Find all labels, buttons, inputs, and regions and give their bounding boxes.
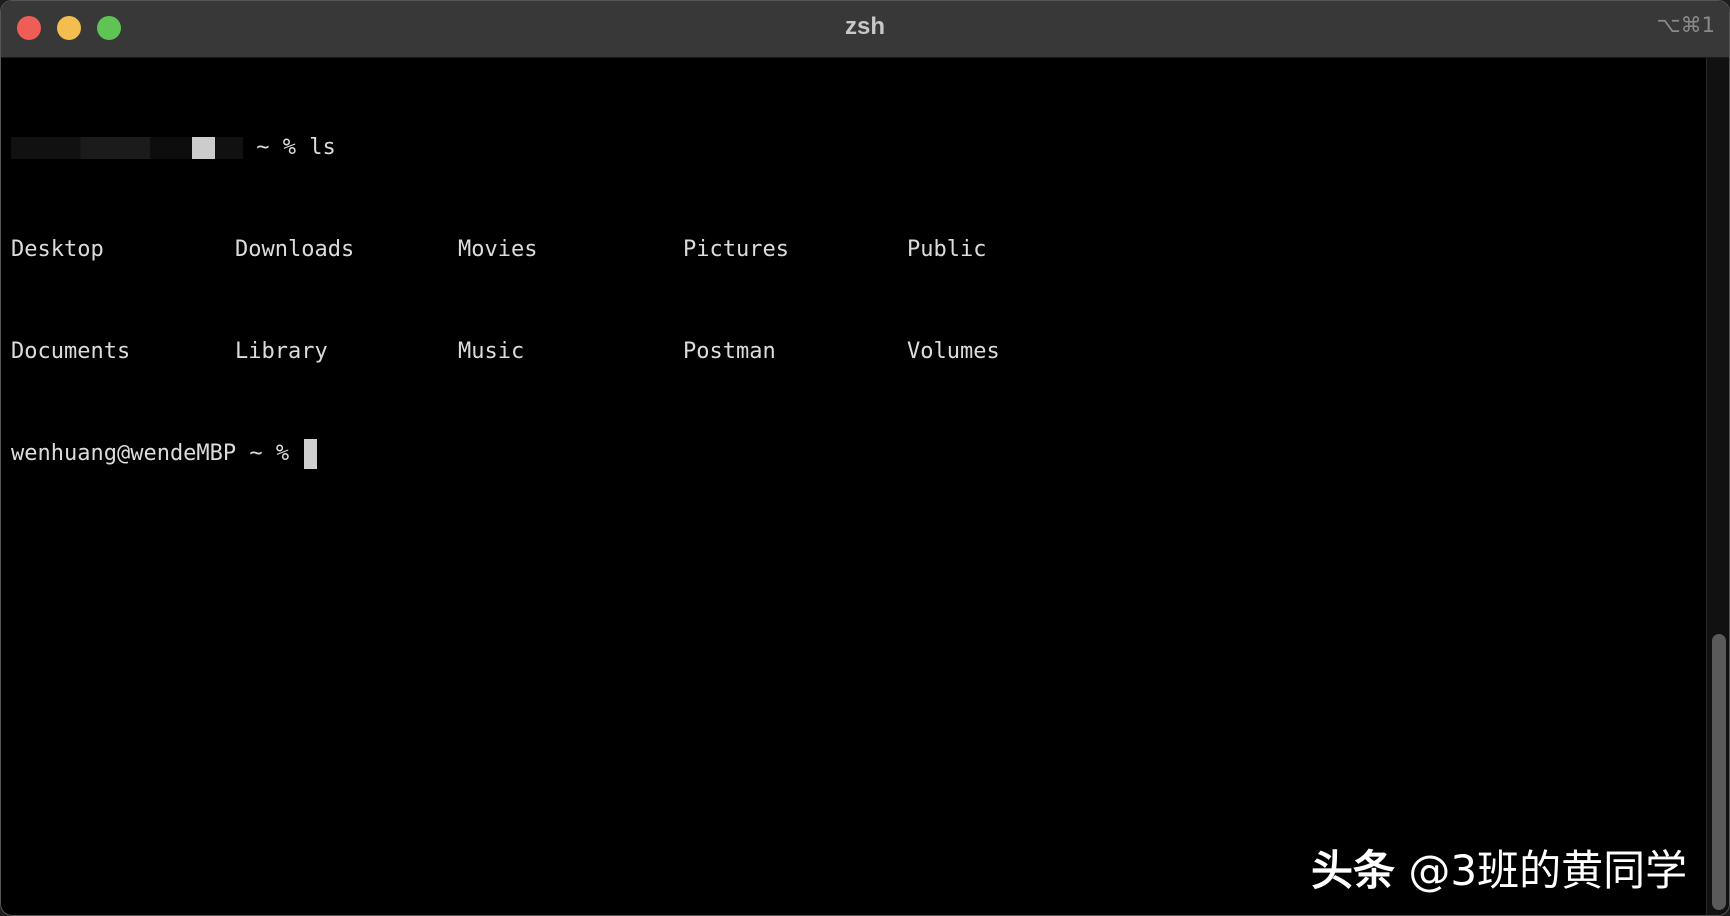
redacted-username xyxy=(11,137,243,159)
command-line: ~ % ls xyxy=(11,131,336,165)
ls-row: Desktop Downloads Movies Pictures Public xyxy=(11,233,986,267)
watermark: 头条 @3班的黄同学 xyxy=(1311,837,1687,898)
command-text: ls xyxy=(309,135,336,160)
ls-entry: Public xyxy=(907,237,987,262)
ls-entry: Documents xyxy=(11,339,131,364)
scrollbar-thumb[interactable] xyxy=(1712,634,1726,910)
current-prompt-line[interactable]: wenhuang@wendeMBP ~ % xyxy=(11,437,336,471)
window-title: zsh xyxy=(844,13,885,40)
ls-entry: Library xyxy=(235,339,328,364)
ls-entry: Pictures xyxy=(683,237,789,262)
watermark-handle: @3班的黄同学 xyxy=(1408,846,1688,895)
current-prompt: wenhuang@wendeMBP ~ % xyxy=(11,441,303,466)
prompt-suffix: ~ % xyxy=(243,135,310,160)
ls-entry: Movies xyxy=(458,237,538,262)
ls-entry: Postman xyxy=(683,339,776,364)
ls-entry: Volumes xyxy=(907,339,1000,364)
window-shortcut: ⌥⌘1 xyxy=(1656,13,1715,37)
ls-row: Documents Library Music Postman Volumes xyxy=(11,335,1000,369)
terminal-output[interactable]: ~ % ls Desktop Downloads Movies Pictures… xyxy=(11,63,1000,539)
vertical-scrollbar[interactable] xyxy=(1706,58,1729,915)
ls-entry: Downloads xyxy=(235,237,355,262)
text-cursor xyxy=(304,439,318,469)
watermark-brand: 头条 xyxy=(1311,846,1396,895)
terminal-window: zsh ⌥⌘1 ~ % ls Desktop Downloads Movies … xyxy=(0,0,1730,916)
ls-entry: Desktop xyxy=(11,237,104,262)
ls-entry: Music xyxy=(458,339,525,364)
title-bar[interactable]: zsh ⌥⌘1 xyxy=(1,1,1729,58)
